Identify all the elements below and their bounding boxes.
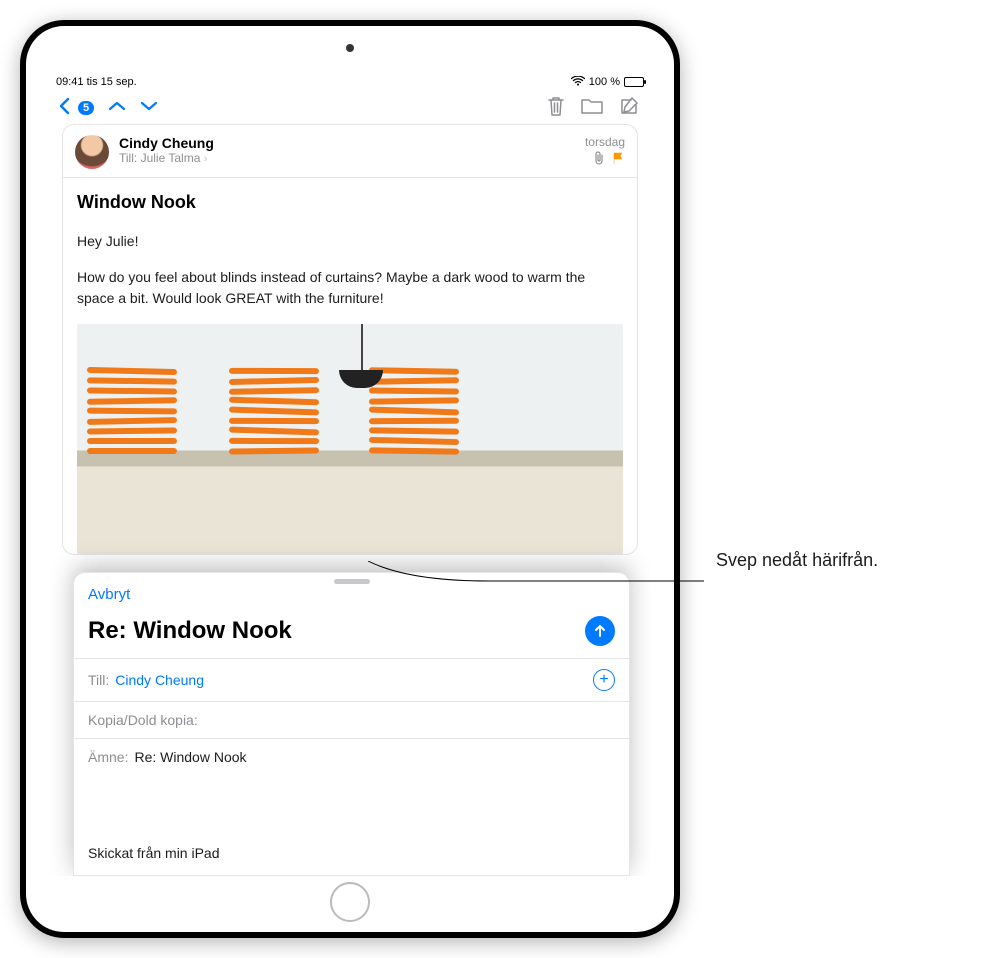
to-label: Till: xyxy=(119,151,137,165)
compose-subject-row[interactable]: Ämne: Re: Window Nook xyxy=(74,738,629,775)
to-field-value[interactable]: Cindy Cheung xyxy=(115,672,204,688)
flag-icon xyxy=(611,151,625,168)
mail-nav-toolbar: 5 xyxy=(50,90,650,124)
status-bar: 09:41 tis 15 sep. 100 % xyxy=(50,72,650,90)
message-subject: Window Nook xyxy=(77,192,623,213)
back-button[interactable] xyxy=(58,97,70,120)
compose-body-textarea[interactable]: Skickat från min iPad xyxy=(74,775,629,875)
message-greeting: Hey Julie! xyxy=(77,231,623,251)
next-message-button[interactable] xyxy=(140,99,158,117)
ipad-device-inner: 09:41 tis 15 sep. 100 % 5 xyxy=(26,26,674,932)
status-right: 100 % xyxy=(571,76,644,89)
cancel-button[interactable]: Avbryt xyxy=(88,586,130,603)
home-button[interactable] xyxy=(330,882,370,922)
to-field-label: Till: xyxy=(88,672,109,688)
compose-title: Re: Window Nook xyxy=(88,617,292,645)
unread-badge: 5 xyxy=(78,101,94,115)
markup-blind-3 xyxy=(369,368,459,468)
compose-to-row[interactable]: Till: Cindy Cheung + xyxy=(74,658,629,701)
message-header: Cindy Cheung Till: Julie Talma › torsdag xyxy=(63,125,637,178)
chevron-right-icon: › xyxy=(204,153,208,165)
callout-text: Svep nedåt härifrån. xyxy=(716,550,878,571)
send-button[interactable] xyxy=(585,616,615,646)
prev-message-button[interactable] xyxy=(108,99,126,117)
email-signature: Skickat från min iPad xyxy=(88,815,615,861)
subject-field-label: Ämne: xyxy=(88,749,128,765)
move-folder-button[interactable] xyxy=(580,96,604,121)
message-date: torsdag xyxy=(585,135,625,149)
attachment-icon xyxy=(593,151,605,168)
markup-blind-1 xyxy=(87,368,177,468)
message-body-text: How do you feel about blinds instead of … xyxy=(77,267,623,308)
lamp-cord xyxy=(361,324,363,372)
cc-field-label: Kopia/Dold kopia: xyxy=(88,712,198,728)
to-recipient[interactable]: Julie Talma xyxy=(141,151,201,165)
wifi-icon xyxy=(571,76,585,89)
battery-icon xyxy=(624,77,644,87)
subject-field-value[interactable]: Re: Window Nook xyxy=(134,749,246,765)
to-line[interactable]: Till: Julie Talma › xyxy=(119,151,575,165)
battery-percent: 100 % xyxy=(589,76,620,88)
sender-name[interactable]: Cindy Cheung xyxy=(119,135,575,151)
sender-avatar[interactable] xyxy=(75,135,109,169)
message-body: Window Nook Hey Julie! How do you feel a… xyxy=(63,178,637,308)
front-camera xyxy=(346,44,354,52)
compose-cc-row[interactable]: Kopia/Dold kopia: xyxy=(74,701,629,738)
ipad-device-frame: 09:41 tis 15 sep. 100 % 5 xyxy=(20,20,680,938)
add-contact-button[interactable]: + xyxy=(593,669,615,691)
screen: 09:41 tis 15 sep. 100 % 5 xyxy=(50,72,650,876)
status-time-date: 09:41 tis 15 sep. xyxy=(56,76,137,88)
trash-button[interactable] xyxy=(546,95,566,122)
markup-blind-2 xyxy=(229,368,319,468)
message-inline-image[interactable] xyxy=(77,324,623,554)
compose-button[interactable] xyxy=(618,95,640,122)
message-card: Cindy Cheung Till: Julie Talma › torsdag xyxy=(62,124,638,555)
compose-sheet: Avbryt Re: Window Nook Till: Cindy Cheun… xyxy=(73,572,630,876)
